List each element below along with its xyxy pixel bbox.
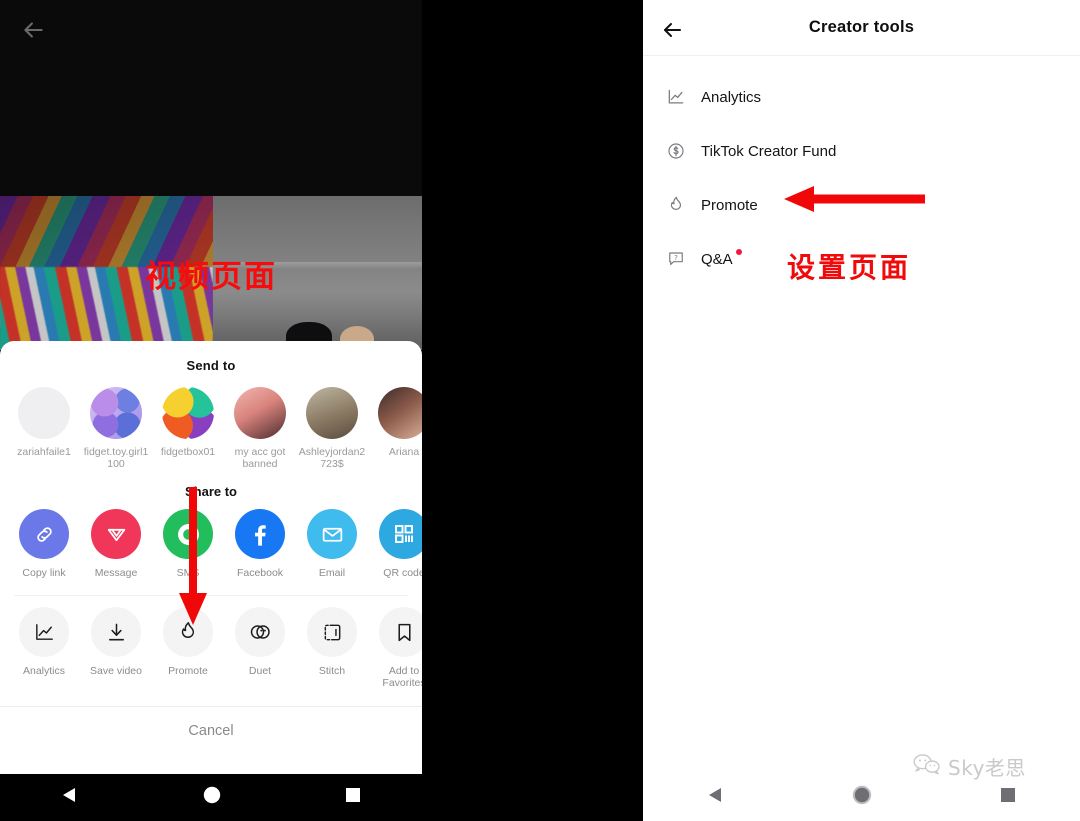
share-target-sms[interactable]: SMS <box>152 509 224 579</box>
share-target-qr-code[interactable]: QR code <box>368 509 422 579</box>
action-label: Save video <box>90 665 142 677</box>
contact-name: fidget.toy.girl1100 <box>83 446 149 470</box>
share-target-label: Facebook <box>236 567 284 579</box>
android-nav-bar[interactable] <box>0 774 422 821</box>
contact-name: zariahfaile1 <box>17 446 71 458</box>
action-add-to-favorites[interactable]: Add to Favorites <box>368 607 422 689</box>
blank-avatar <box>18 387 70 439</box>
action-stitch[interactable]: Stitch <box>296 607 368 689</box>
share-target-email[interactable]: Email <box>296 509 368 579</box>
share-target-label: Message <box>94 567 138 579</box>
family-avatar <box>306 387 358 439</box>
menu-item-label: Analytics <box>701 88 762 106</box>
dollar-circle-icon <box>665 140 687 162</box>
left-phone-screen: 视频页面 Send to zariahfaile1 fidget.toy.gir… <box>0 0 422 821</box>
share-target-facebook[interactable]: Facebook <box>224 509 296 579</box>
svg-text:?: ? <box>674 253 678 262</box>
flame-icon <box>163 607 213 657</box>
download-icon <box>91 607 141 657</box>
flame-icon <box>665 194 687 216</box>
send-plane-icon <box>91 509 141 559</box>
share-target-copy-link[interactable]: Copy link <box>8 509 80 579</box>
page-title: Creator tools <box>808 18 915 36</box>
action-label: Analytics <box>22 665 65 677</box>
square-recents-icon[interactable] <box>1000 787 1016 808</box>
contact-name: Ariana <box>388 446 420 458</box>
contact-item[interactable]: fidgetbox01 <box>152 387 224 470</box>
fidget-toys-image <box>0 196 213 350</box>
action-label: Duet <box>248 665 272 677</box>
contact-item[interactable]: Ariana <box>368 387 422 470</box>
stitch-icon <box>307 607 357 657</box>
contact-name: fidgetbox01 <box>160 446 216 458</box>
wechat-icon <box>912 752 942 781</box>
video-thumbnail <box>0 196 422 350</box>
cancel-button[interactable]: Cancel <box>0 707 422 757</box>
right-phone-screen: Creator tools Analytics TikTok Creator F… <box>643 0 1080 821</box>
square-recents-icon[interactable] <box>345 787 361 808</box>
menu-item-label: TikTok Creator Fund <box>701 142 837 160</box>
facebook-icon <box>235 509 285 559</box>
contact-name: my acc got banned <box>234 446 286 470</box>
share-sheet: Send to zariahfaile1 fidget.toy.girl1100… <box>0 341 422 774</box>
menu-item-label: Q&A <box>701 248 742 268</box>
settings-page-annotation: 设置页面 <box>787 251 912 284</box>
envelope-icon <box>307 509 357 559</box>
contact-item[interactable]: zariahfaile1 <box>8 387 80 470</box>
contact-item[interactable]: Ashleyjordan2723$ <box>296 387 368 470</box>
action-label: Stitch <box>318 665 346 677</box>
action-analytics[interactable]: Analytics <box>8 607 80 689</box>
menu-item-label: Promote <box>701 196 758 214</box>
screenshot-root: 视频页面 Send to zariahfaile1 fidget.toy.gir… <box>0 0 1080 821</box>
triangle-back-icon[interactable] <box>61 786 79 809</box>
menu-item-promote[interactable]: Promote <box>643 178 1080 232</box>
contact-item[interactable]: fidget.toy.girl1100 <box>80 387 152 470</box>
triangle-back-icon[interactable] <box>707 786 725 809</box>
link-icon <box>19 509 69 559</box>
circle-home-icon[interactable] <box>852 785 872 810</box>
action-promote[interactable]: Promote <box>152 607 224 689</box>
contact-item[interactable]: my acc got banned <box>224 387 296 470</box>
watermark-text: Sky老思 <box>948 756 1026 780</box>
chart-line-icon <box>665 86 687 108</box>
menu-item-tiktok-creator-fund[interactable]: TikTok Creator Fund <box>643 124 1080 178</box>
creator-tools-header: Creator tools <box>643 0 1080 56</box>
status-badge <box>735 248 742 255</box>
share-to-title: Share to <box>184 484 237 499</box>
action-label: Promote <box>168 665 208 677</box>
circle-home-icon[interactable] <box>202 785 222 810</box>
action-save-video[interactable]: Save video <box>80 607 152 689</box>
share-target-label: SMS <box>176 567 200 579</box>
watermark: Sky老思 <box>912 752 1026 781</box>
share-target-message[interactable]: Message <box>80 509 152 579</box>
send-to-title: Send to <box>186 358 236 373</box>
wall-highlight <box>213 262 422 269</box>
qr-code-icon <box>379 509 422 559</box>
share-target-label: Email <box>318 567 346 579</box>
chart-line-icon <box>19 607 69 657</box>
woman-avatar <box>378 387 422 439</box>
back-arrow-icon[interactable] <box>660 18 684 47</box>
glitter-avatar <box>90 387 142 439</box>
video-top-area <box>0 0 422 196</box>
face-avatar <box>234 387 286 439</box>
sms-bubble-icon <box>163 509 213 559</box>
menu-item-text: Q&A <box>701 250 733 268</box>
actions-row[interactable]: Analytics Save video Promote Duet Stitch… <box>0 596 422 689</box>
contact-name: Ashleyjordan2723$ <box>298 446 366 470</box>
duet-circles-icon <box>235 607 285 657</box>
action-label: Add to Favorites <box>382 665 422 689</box>
share-targets-row[interactable]: Copy link Message SMS Facebook Email QR … <box>0 499 422 579</box>
bookmark-icon <box>379 607 422 657</box>
rainbow-avatar <box>162 387 214 439</box>
question-bubble-icon: ? <box>665 248 687 270</box>
back-arrow-icon[interactable] <box>20 17 46 43</box>
share-target-label: Copy link <box>22 567 66 579</box>
share-target-label: QR code <box>383 567 422 579</box>
contacts-row[interactable]: zariahfaile1 fidget.toy.girl1100 fidgetb… <box>0 373 422 470</box>
action-duet[interactable]: Duet <box>224 607 296 689</box>
android-nav-bar[interactable] <box>643 774 1080 821</box>
menu-item-analytics[interactable]: Analytics <box>643 70 1080 124</box>
